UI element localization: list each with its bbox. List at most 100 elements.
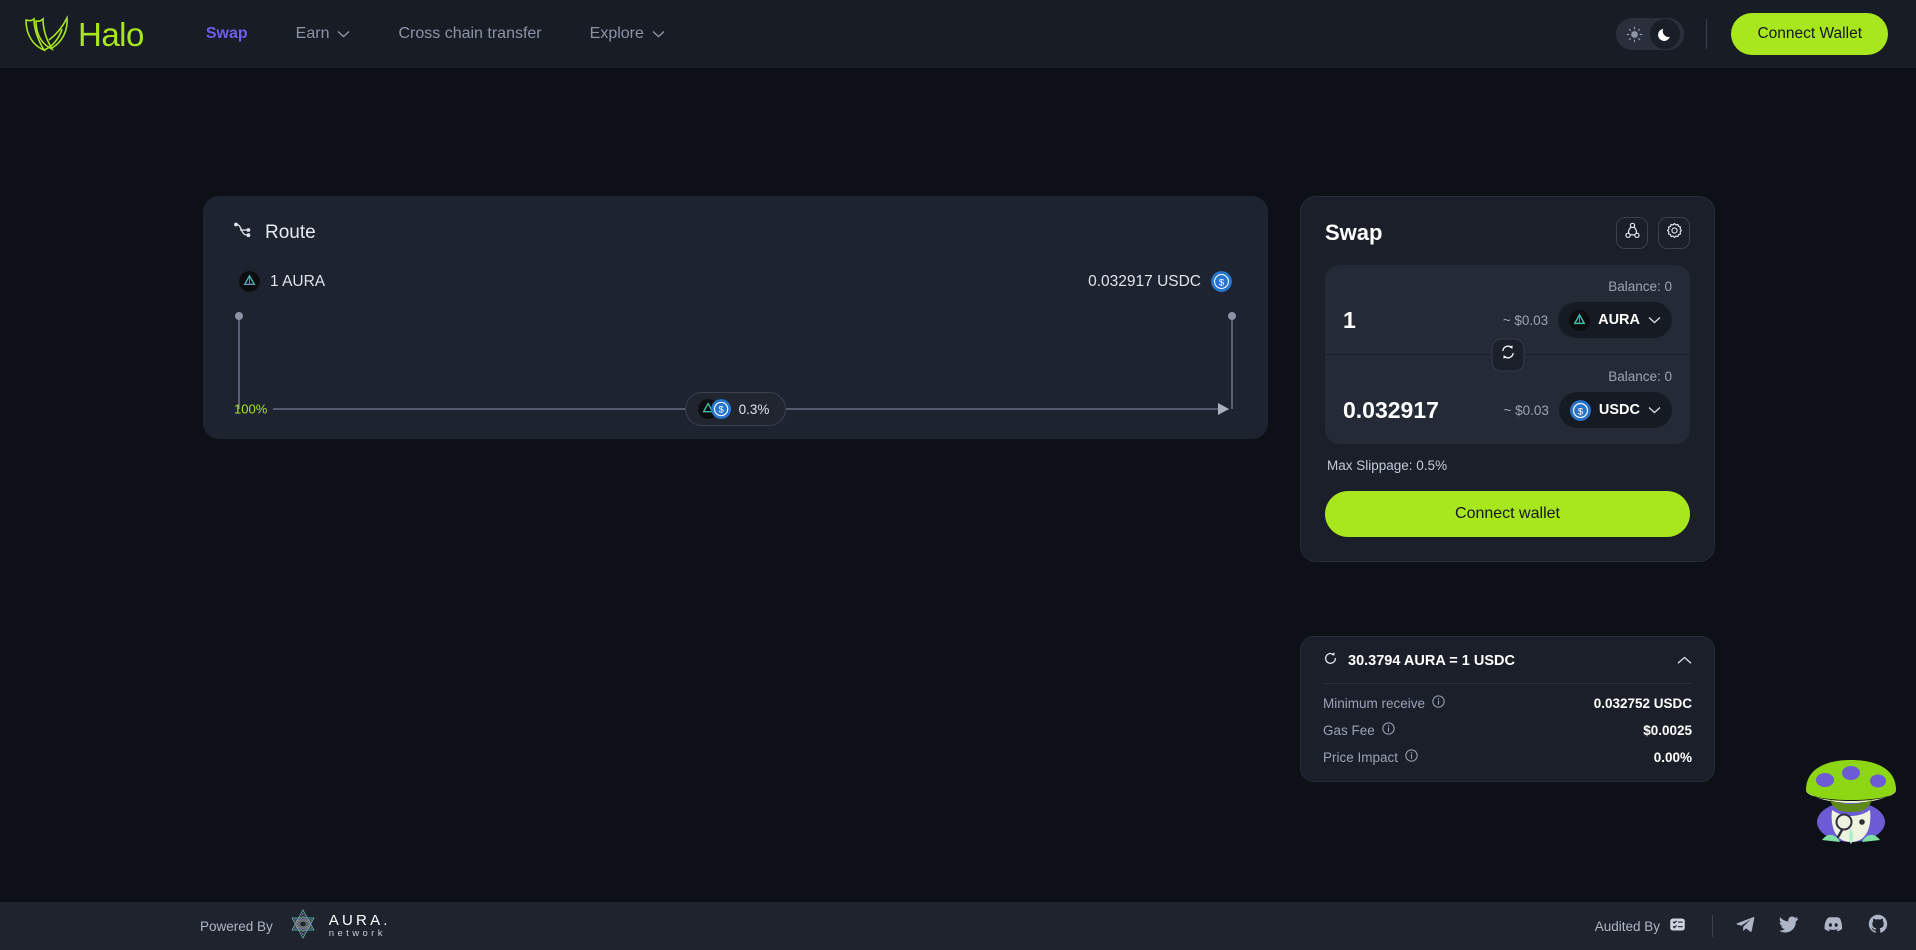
nav-item-label: Explore bbox=[589, 25, 644, 42]
aura-wordmark-primary: AURA. bbox=[328, 912, 391, 930]
social-links bbox=[1735, 913, 1888, 939]
detail-label: Price Impact bbox=[1323, 749, 1418, 765]
aura-wordmark: AURA. network bbox=[329, 913, 391, 939]
info-icon[interactable] bbox=[1405, 749, 1418, 765]
github-icon[interactable] bbox=[1868, 914, 1888, 939]
from-token-symbol: AURA bbox=[1598, 312, 1640, 328]
max-slippage-label: Max Slippage: 0.5% bbox=[1327, 458, 1448, 473]
share-route-button[interactable] bbox=[1616, 217, 1648, 249]
nav-item-label: Swap bbox=[205, 25, 248, 42]
usdc-token-icon: $ bbox=[710, 399, 731, 419]
exchange-rate-text: 30.3794 AURA = 1 USDC bbox=[1348, 653, 1515, 669]
info-icon[interactable] bbox=[1382, 722, 1395, 738]
swap-direction-button[interactable] bbox=[1491, 338, 1524, 371]
audit-badge-icon[interactable] bbox=[1669, 916, 1686, 936]
chevron-down-icon bbox=[1648, 406, 1661, 414]
logo-text: Halo bbox=[78, 15, 144, 53]
route-diagram: 100% $ 0.3% bbox=[233, 306, 1238, 426]
swap-card-header: Swap bbox=[1325, 217, 1690, 249]
refresh-icon[interactable] bbox=[1323, 651, 1338, 671]
route-from-label: 1 AURA bbox=[270, 272, 326, 290]
mushroom-mascot-with-magnifier-icon[interactable] bbox=[1792, 756, 1910, 844]
exchange-rate-row[interactable]: 30.3794 AURA = 1 USDC bbox=[1323, 651, 1692, 684]
nav-item-explore[interactable]: Explore bbox=[566, 25, 689, 43]
audited-by-label: Audited By bbox=[1594, 918, 1660, 934]
detail-value: 0.00% bbox=[1653, 749, 1692, 765]
moon-icon[interactable] bbox=[1650, 19, 1681, 49]
to-token-symbol: USDC bbox=[1598, 402, 1640, 418]
chevron-down-icon bbox=[1648, 316, 1661, 324]
chevron-down-icon bbox=[337, 30, 350, 38]
aura-token-icon bbox=[1569, 309, 1591, 331]
discord-icon[interactable] bbox=[1823, 913, 1844, 939]
route-card: Route 1 AURA 0.032917 USDC $ 100% $ 0.3% bbox=[203, 196, 1268, 439]
network-share-icon bbox=[1624, 222, 1641, 244]
hop-token-pair-icons: $ bbox=[697, 399, 731, 419]
from-token-selector[interactable]: AURA bbox=[1558, 302, 1672, 338]
route-header: Route bbox=[233, 220, 1238, 245]
route-title: Route bbox=[265, 221, 316, 243]
nav-item-cross-chain-transfer[interactable]: Cross chain transfer bbox=[374, 25, 565, 43]
twitter-icon[interactable] bbox=[1779, 914, 1799, 939]
usdc-token-icon: $ bbox=[1569, 399, 1591, 421]
powered-by: Powered By AURA. network bbox=[200, 907, 391, 946]
svg-text:$: $ bbox=[1578, 406, 1584, 417]
main-nav: Swap Earn Cross chain transfer Explore bbox=[182, 25, 689, 43]
svg-text:$: $ bbox=[1219, 277, 1225, 288]
telegram-icon[interactable] bbox=[1735, 914, 1755, 939]
svg-text:$: $ bbox=[718, 405, 723, 415]
aura-wordmark-secondary: network bbox=[328, 927, 386, 939]
from-balance-label: Balance: 0 bbox=[1608, 279, 1672, 294]
theme-toggle[interactable] bbox=[1616, 18, 1685, 50]
detail-row-gas-fee: Gas Fee $0.0025 bbox=[1323, 722, 1692, 738]
swap-io-group: Balance: 0 ~ $0.03 AURA bbox=[1325, 265, 1690, 444]
gear-icon bbox=[1666, 222, 1683, 244]
route-hop-fee: 0.3% bbox=[738, 401, 770, 417]
chevron-down-icon bbox=[652, 30, 665, 38]
swap-card: Swap Balance: 0 1 ~ $0.03 AURA Balance: … bbox=[1300, 196, 1715, 562]
info-icon[interactable] bbox=[1432, 695, 1445, 711]
connect-wallet-button[interactable]: Connect Wallet bbox=[1731, 13, 1888, 55]
nav-item-earn[interactable]: Earn bbox=[272, 25, 375, 43]
aura-star-icon bbox=[286, 907, 320, 946]
route-to-label: 0.032917 USDC bbox=[1088, 272, 1201, 290]
detail-row-minimum-receive: Minimum receive 0.032752 USDC bbox=[1323, 695, 1692, 711]
route-endpoints: 1 AURA 0.032917 USDC $ bbox=[233, 271, 1238, 292]
audited-by[interactable]: Audited By bbox=[1595, 916, 1686, 936]
route-to-endpoint: 0.032917 USDC $ bbox=[1088, 271, 1232, 292]
connect-wallet-cta-button[interactable]: Connect wallet bbox=[1325, 491, 1690, 537]
nav-item-swap[interactable]: Swap bbox=[182, 25, 272, 43]
route-branch-icon bbox=[233, 220, 253, 245]
swap-direction-icon bbox=[1499, 344, 1516, 366]
to-balance-label: Balance: 0 bbox=[1608, 369, 1672, 384]
route-split-percent: 100% bbox=[234, 401, 268, 417]
app-header: Halo Swap Earn Cross chain transfer Expl… bbox=[0, 0, 1916, 68]
to-amount-input[interactable] bbox=[1343, 396, 1494, 424]
sun-icon[interactable] bbox=[1619, 21, 1650, 47]
route-from-endpoint: 1 AURA bbox=[239, 271, 325, 292]
halo-leaf-logo-icon bbox=[22, 14, 76, 54]
app-footer: Powered By AURA. network Audited By bbox=[0, 902, 1916, 950]
route-hop-pill[interactable]: $ 0.3% bbox=[684, 392, 787, 426]
usdc-token-icon: $ bbox=[1211, 271, 1232, 292]
aura-network-logo[interactable]: AURA. network bbox=[286, 907, 391, 946]
swap-card-actions bbox=[1616, 217, 1690, 249]
chevron-up-icon[interactable] bbox=[1677, 652, 1692, 670]
settings-button[interactable] bbox=[1658, 217, 1690, 249]
swap-details-card: 30.3794 AURA = 1 USDC Minimum receive 0.… bbox=[1300, 636, 1715, 782]
from-usd-value: ~ $0.03 bbox=[1502, 312, 1549, 328]
from-amount-input[interactable] bbox=[1343, 306, 1493, 334]
logo[interactable]: Halo bbox=[22, 14, 144, 54]
main-content: Route 1 AURA 0.032917 USDC $ 100% $ 0.3%… bbox=[0, 68, 1916, 902]
nav-item-label: Earn bbox=[295, 25, 330, 42]
footer-right: Audited By bbox=[1595, 913, 1888, 939]
detail-row-price-impact: Price Impact 0.00% bbox=[1323, 749, 1692, 765]
nav-item-label: Cross chain transfer bbox=[398, 25, 542, 42]
powered-by-label: Powered By bbox=[200, 918, 273, 934]
to-token-selector[interactable]: $ USDC bbox=[1558, 392, 1672, 428]
header-actions: Connect Wallet bbox=[1616, 13, 1888, 55]
detail-value: 0.032752 USDC bbox=[1593, 695, 1692, 711]
detail-label: Minimum receive bbox=[1323, 695, 1445, 711]
swap-title: Swap bbox=[1325, 220, 1383, 245]
to-usd-value: ~ $0.03 bbox=[1503, 402, 1549, 418]
